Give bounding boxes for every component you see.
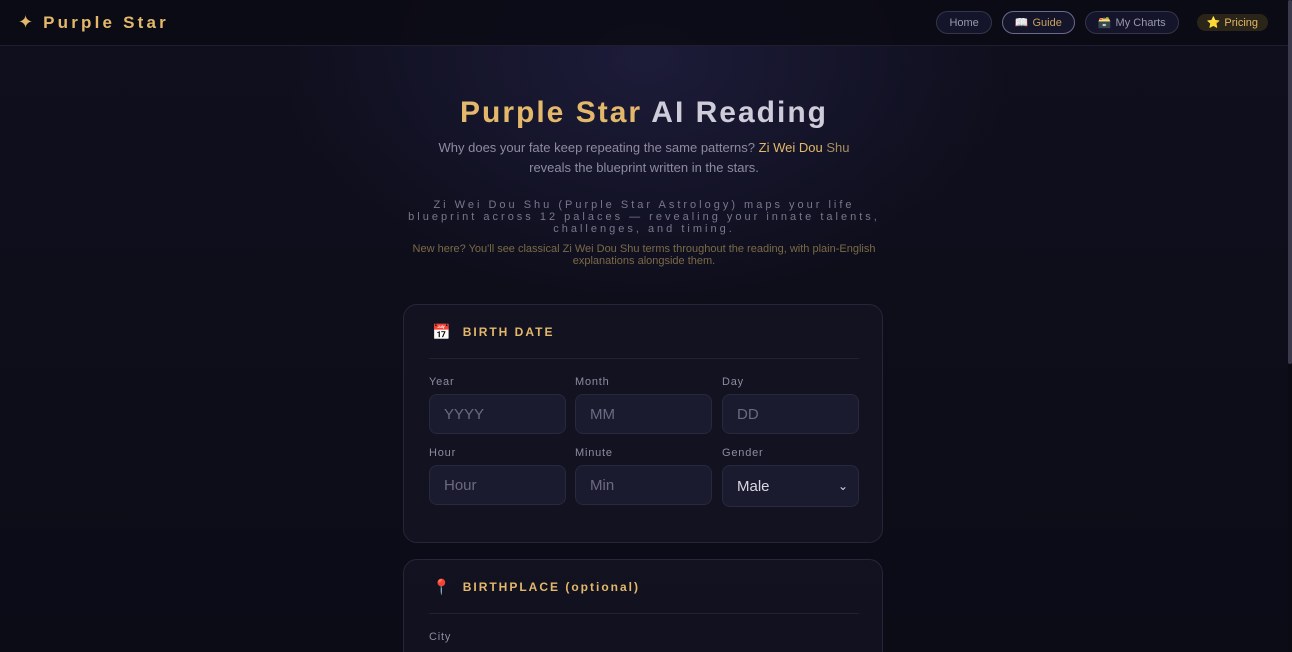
hero-section: Purple Star AI Reading Why does your fat… (0, 96, 1288, 267)
gender-select[interactable]: Male ⌄ (722, 465, 859, 507)
title-gold: Purple Star (460, 96, 643, 129)
gender-field: Gender Male ⌄ (722, 447, 859, 507)
birth-date-heading: BIRTH DATE (462, 324, 555, 339)
nav-my-charts-label: My Charts (1115, 16, 1166, 29)
hour-label: Hour (429, 447, 457, 459)
hour-input[interactable]: Hour (429, 465, 566, 505)
birthplace-heading: BIRTHPLACE (optional) (462, 579, 641, 594)
minute-label: Minute (575, 447, 613, 459)
birthplace-card: 📍 BIRTHPLACE (optional) City (403, 559, 883, 652)
nav-pricing-button[interactable]: ⭐ Pricing (1196, 14, 1268, 31)
city-label: City (429, 631, 452, 643)
subtitle-text-b: reveals the blueprint written in the sta… (529, 160, 759, 175)
nav-home-label: Home (949, 16, 979, 29)
brand-name: Purple Star (43, 12, 169, 32)
month-label: Month (575, 376, 610, 388)
star-icon: ⭐ (1206, 17, 1221, 29)
year-field: Year YYYY (429, 376, 566, 434)
nav-my-charts-button[interactable]: 🗃️ My Charts (1084, 11, 1179, 34)
gender-label: Gender (722, 447, 764, 459)
nav-home-button[interactable]: Home (936, 11, 992, 34)
birthplace-header: 📍 BIRTHPLACE (optional) (429, 560, 859, 614)
year-label: Year (429, 376, 455, 388)
day-field: Day DD (722, 376, 859, 434)
top-navbar: ✦ Purple Star Home 📖 Guide 🗃️ My Charts … (0, 0, 1288, 46)
brand-logo[interactable]: ✦ Purple Star (18, 12, 169, 33)
card-file-box-icon: 🗃️ (1097, 17, 1112, 29)
minute-field: Minute Min (575, 447, 712, 505)
four-point-star-icon: ✦ (18, 12, 34, 32)
chevron-down-icon: ⌄ (837, 479, 848, 493)
newcomer-note: New here? You'll see classical Zi Wei Do… (412, 243, 876, 267)
hour-field: Hour Hour (429, 447, 566, 505)
calendar-icon: 📅 (432, 323, 451, 341)
city-field: City (429, 631, 859, 645)
subtitle-highlight: Zi Wei Dou (758, 140, 823, 155)
day-input[interactable]: DD (722, 394, 859, 434)
nav-links: Home 📖 Guide 🗃️ My Charts ⭐ Pricing (926, 11, 1268, 34)
birth-date-header: 📅 BIRTH DATE (429, 305, 859, 359)
book-icon: 📖 (1014, 17, 1029, 29)
month-field: Month MM (575, 376, 712, 434)
nav-guide-label: Guide (1032, 16, 1062, 29)
scrollbar-thumb[interactable] (1288, 0, 1292, 364)
subtitle-highlight-shu: Shu (826, 140, 850, 155)
map-pin-icon: 📍 (432, 578, 451, 596)
gender-select-value: Male (737, 477, 770, 495)
year-input[interactable]: YYYY (429, 394, 566, 434)
title-rest: AI Reading (651, 96, 828, 129)
day-label: Day (722, 376, 744, 388)
nav-pricing-label: Pricing (1224, 16, 1258, 29)
subtitle-text-a: Why does your fate keep repeating the sa… (438, 140, 756, 155)
month-input[interactable]: MM (575, 394, 712, 434)
page-subtitle: Why does your fate keep repeating the sa… (424, 138, 864, 178)
intro-description: Zi Wei Dou Shu (Purple Star Astrology) m… (408, 199, 880, 235)
birth-date-card: 📅 BIRTH DATE Year YYYY Month MM Day DD H… (403, 304, 883, 543)
page-scrollbar[interactable] (1288, 0, 1292, 652)
minute-input[interactable]: Min (575, 465, 712, 505)
nav-guide-button[interactable]: 📖 Guide (1001, 11, 1075, 34)
page-title: Purple Star AI Reading (0, 96, 1288, 130)
